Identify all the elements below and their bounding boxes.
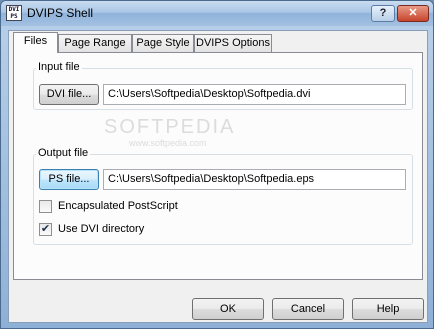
tab-page-range[interactable]: Page Range [58,34,132,52]
checkmark-icon: ✔ [40,223,51,235]
dvi-file-button[interactable]: DVI file... [39,84,99,105]
encapsulated-postscript-checkbox[interactable] [39,200,52,213]
tab-files[interactable]: Files [13,32,58,53]
ok-button[interactable]: OK [192,298,264,320]
encapsulated-postscript-label: Encapsulated PostScript [58,200,178,212]
files-tab-panel: SOFTPEDIA www.softpedia.com Input file D… [13,52,423,280]
dvips-app-icon: DVI PS [6,5,22,21]
input-file-field[interactable]: C:\Users\Softpedia\Desktop\Softpedia.dvi [103,84,406,105]
input-file-label: Input file [36,61,82,73]
ps-file-button[interactable]: PS file... [39,169,99,190]
dialog-client-area: Files Page Range Page Style DVIPS Option… [8,30,428,323]
watermark: SOFTPEDIA [104,116,236,138]
dialog-window: DVI PS DVIPS Shell ? ✕ Files Page Range … [0,0,434,329]
watermark-url: www.softpedia.com [129,138,207,148]
app-icon-text: DVI PS [8,6,20,20]
window-title: DVIPS Shell [27,6,94,20]
use-dvi-directory-label: Use DVI directory [58,223,145,235]
close-button[interactable]: ✕ [397,5,429,22]
output-file-label: Output file [36,147,91,159]
output-file-field[interactable]: C:\Users\Softpedia\Desktop\Softpedia.eps [103,169,406,190]
cancel-button[interactable]: Cancel [272,298,344,320]
tab-dvips-options[interactable]: DVIPS Options [194,34,272,52]
help-title-button[interactable]: ? [371,5,395,22]
tab-page-style[interactable]: Page Style [132,34,194,52]
title-bar[interactable]: DVI PS DVIPS Shell ? ✕ [1,1,433,26]
use-dvi-directory-checkbox[interactable]: ✔ [39,223,52,236]
help-button[interactable]: Help [352,298,424,320]
